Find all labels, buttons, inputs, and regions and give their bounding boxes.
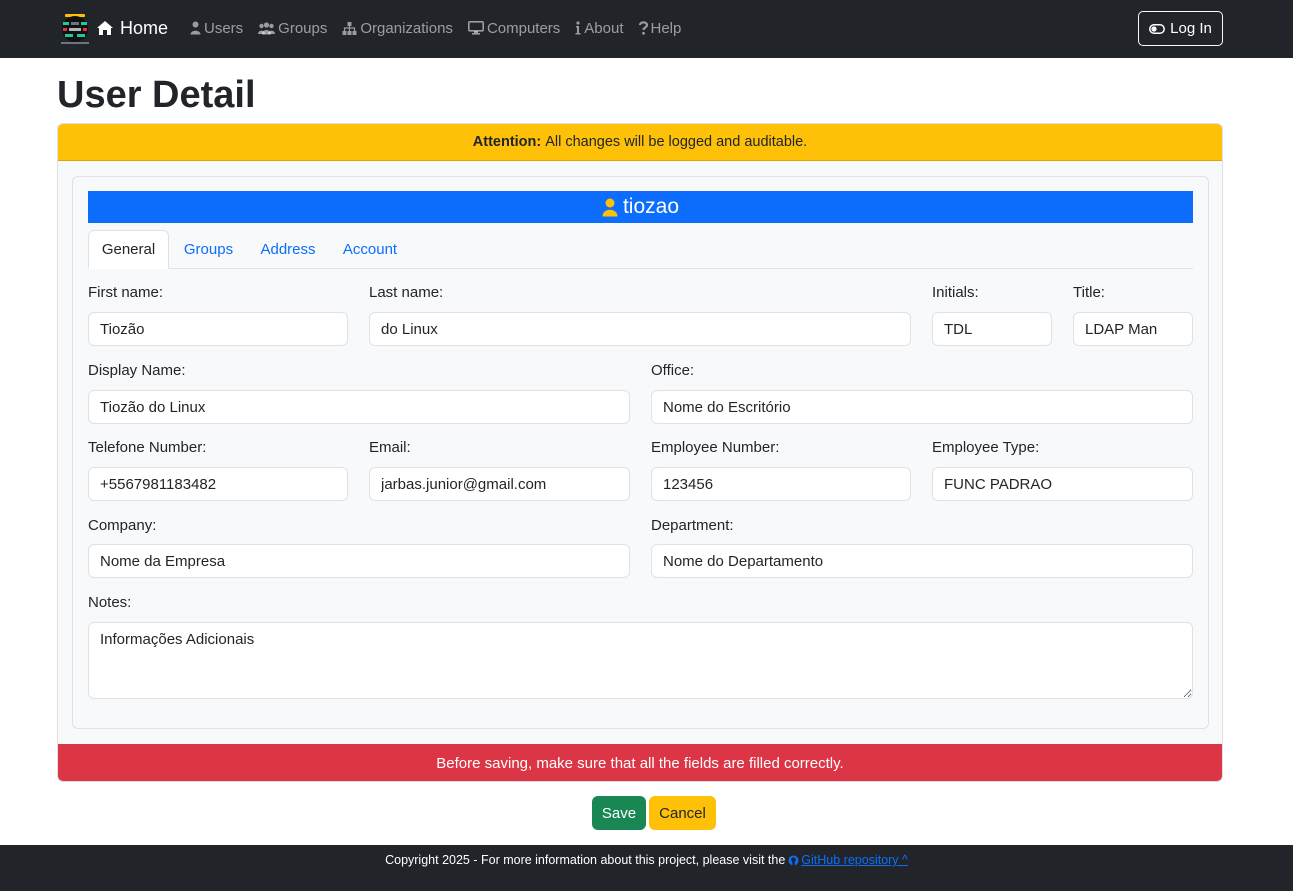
nav-link-about-label: About: [584, 19, 624, 37]
navbar: Home Users Groups Organizations Computer…: [0, 0, 1293, 58]
page-title: User Detail: [57, 74, 256, 116]
nav-link-help-label: Help: [650, 19, 682, 37]
notes-field[interactable]: Informações Adicionais: [88, 622, 1193, 699]
employee-number-field[interactable]: [651, 467, 911, 501]
nav-link-computers-label: Computers: [486, 19, 561, 37]
last-name-label: Last name:: [369, 284, 444, 301]
email-label: Email:: [369, 439, 411, 456]
nav-link-groups[interactable]: Groups: [258, 20, 327, 37]
tab-account[interactable]: Account: [329, 230, 411, 269]
login-button-label: Log In: [1170, 20, 1212, 37]
employee-type-field[interactable]: [932, 467, 1193, 501]
initials-label: Initials:: [932, 284, 979, 301]
notes-label: Notes:: [88, 594, 132, 611]
nav-link-organizations-label: Organizations: [360, 19, 453, 37]
nav-link-groups-label: Groups: [278, 19, 328, 37]
nav-home-link[interactable]: Home: [96, 16, 168, 40]
desktop-icon: [467, 21, 484, 35]
nav-link-organizations[interactable]: Organizations: [342, 20, 453, 37]
nav-link-users-label: Users: [204, 19, 244, 37]
sitemap-icon: [342, 21, 357, 35]
user-detail-card: Attention: All changes will be logged an…: [57, 123, 1223, 782]
brand-logo[interactable]: [57, 11, 93, 47]
nav-home-label: Home: [120, 17, 169, 38]
user-banner: tiozao: [88, 191, 1193, 223]
first-name-label: First name:: [88, 284, 164, 301]
question-icon: [638, 21, 648, 35]
telephone-field[interactable]: [88, 467, 348, 501]
users-group-icon: [258, 21, 276, 34]
last-name-field[interactable]: [369, 312, 911, 346]
user-icon: [602, 198, 618, 216]
title-field[interactable]: [1073, 312, 1193, 346]
login-button[interactable]: Log In: [1138, 11, 1223, 46]
attention-alert-text: All changes will be logged and auditable…: [545, 134, 808, 150]
telephone-label: Telefone Number:: [88, 439, 207, 456]
attention-alert: Attention: All changes will be logged an…: [58, 124, 1222, 161]
footer-text: Copyright 2025 - For more information ab…: [385, 853, 786, 867]
info-icon: [575, 21, 581, 35]
employee-type-label: Employee Type:: [932, 439, 1040, 456]
employee-number-label: Employee Number:: [651, 439, 780, 456]
user-tabs: General Groups Address Account: [88, 230, 1193, 269]
footer-line: Copyright 2025 - For more information ab…: [0, 853, 1293, 867]
nav-link-about[interactable]: About: [575, 19, 624, 37]
user-form-card: tiozao General Groups Address Account Fi…: [72, 176, 1209, 729]
user-icon: [190, 21, 201, 35]
title-label: Title:: [1073, 284, 1105, 301]
email-field[interactable]: [369, 467, 630, 501]
page-footer: Copyright 2025 - For more information ab…: [0, 845, 1293, 891]
first-name-field[interactable]: [88, 312, 348, 346]
github-icon: [788, 855, 799, 865]
department-field[interactable]: [651, 544, 1193, 578]
company-label: Company:: [88, 517, 157, 534]
initials-field[interactable]: [932, 312, 1052, 346]
office-label: Office:: [651, 362, 695, 379]
nav-link-help[interactable]: Help: [638, 19, 682, 37]
company-field[interactable]: [88, 544, 630, 578]
save-warning-text: Before saving, make sure that all the fi…: [436, 755, 844, 772]
display-name-field[interactable]: [88, 390, 630, 424]
nav-link-computers[interactable]: Computers: [467, 19, 561, 37]
tab-address[interactable]: Address: [248, 230, 328, 269]
nav-links: Users Groups Organizations Computers Abo…: [190, 17, 696, 39]
save-button[interactable]: Save: [592, 796, 646, 830]
github-link-label: GitHub repository ^: [801, 853, 908, 867]
office-field[interactable]: [651, 390, 1193, 424]
toggle-icon: [1149, 23, 1166, 34]
save-warning-alert: Before saving, make sure that all the fi…: [58, 744, 1222, 781]
cancel-button[interactable]: Cancel: [649, 796, 716, 830]
tab-groups[interactable]: Groups: [170, 230, 247, 269]
nav-link-users[interactable]: Users: [190, 20, 243, 37]
username-label: tiozao: [622, 195, 680, 218]
attention-alert-strong: Attention:: [472, 134, 542, 150]
department-label: Department:: [651, 517, 734, 534]
home-icon: [97, 21, 113, 35]
github-link[interactable]: GitHub repository ^: [788, 853, 908, 867]
display-name-label: Display Name:: [88, 362, 186, 379]
tab-general[interactable]: General: [88, 230, 169, 269]
